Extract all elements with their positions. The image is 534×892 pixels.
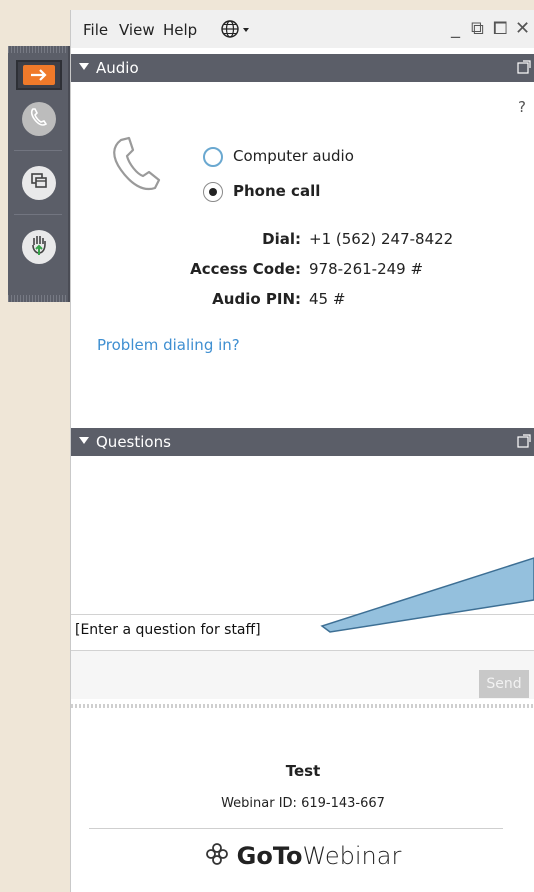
raise-hand-button[interactable]	[22, 230, 56, 264]
toolbar-divider	[14, 214, 62, 215]
dial-number: +1 (562) 247-8422	[309, 230, 454, 248]
help-question-mark[interactable]: ?	[518, 98, 526, 116]
computer-audio-radio[interactable]	[203, 147, 223, 167]
footer-divider	[89, 828, 503, 829]
menu-file[interactable]: File	[83, 21, 108, 39]
collapse-triangle-icon	[79, 63, 89, 70]
popout-button[interactable]: ⧠	[493, 18, 507, 39]
phone-icon	[107, 134, 165, 202]
audio-toolbar-button[interactable]	[22, 102, 56, 136]
send-button[interactable]: Send	[479, 670, 529, 698]
question-input[interactable]: [Enter a question for staff]	[75, 622, 261, 638]
audio-header-title: Audio	[96, 59, 139, 77]
send-bar	[71, 651, 534, 699]
minimize-button[interactable]: _	[451, 18, 460, 39]
question-log-divider	[71, 614, 534, 615]
raise-hand-icon	[27, 233, 51, 261]
toggle-panel-button[interactable]	[16, 60, 62, 90]
screen-share-button[interactable]	[22, 166, 56, 200]
audio-section-header[interactable]: Audio	[71, 54, 534, 82]
gotowebinar-logo: GoToWebinar	[71, 842, 534, 870]
close-button[interactable]: ✕	[515, 18, 530, 39]
restore-button[interactable]: ⧉	[471, 18, 484, 39]
questions-header-title: Questions	[96, 433, 171, 451]
webinar-id: Webinar ID: 619-143-667	[221, 796, 385, 811]
resize-handle[interactable]	[71, 704, 534, 708]
audio-pin-label: Audio PIN:	[212, 290, 301, 308]
control-panel: File View Help _ ⧉ ⧠ ✕ Audio ? Computer …	[70, 10, 534, 892]
popout-icon[interactable]	[517, 60, 531, 78]
phone-call-radio[interactable]	[203, 182, 223, 202]
arrow-right-icon	[23, 65, 55, 85]
problem-dialing-link[interactable]: Problem dialing in?	[97, 336, 240, 354]
brand-text: GoToWebinar	[236, 842, 402, 870]
computer-audio-label[interactable]: Computer audio	[233, 147, 354, 165]
dial-label: Dial:	[262, 230, 301, 248]
flower-logo-icon	[205, 842, 229, 870]
toolbar-grip-top[interactable]	[8, 46, 68, 53]
access-code-label: Access Code:	[190, 260, 301, 278]
menu-help[interactable]: Help	[163, 21, 197, 39]
questions-section-header[interactable]: Questions	[71, 428, 534, 456]
language-dropdown[interactable]	[219, 18, 253, 44]
collapse-triangle-icon	[79, 437, 89, 444]
globe-icon	[219, 20, 253, 44]
phone-icon	[28, 106, 50, 132]
menu-view[interactable]: View	[119, 21, 155, 39]
webinar-title: Test	[285, 762, 321, 780]
side-toolbar	[8, 46, 70, 302]
toolbar-grip-bottom[interactable]	[8, 295, 68, 302]
phone-call-label[interactable]: Phone call	[233, 182, 320, 200]
menu-bar: File View Help _ ⧉ ⧠ ✕	[71, 10, 534, 48]
access-code-value: 978-261-249 #	[309, 260, 424, 278]
audio-pin-value: 45 #	[309, 290, 346, 308]
popout-icon[interactable]	[517, 434, 531, 452]
toolbar-divider	[14, 150, 62, 151]
screen-share-icon	[29, 171, 49, 195]
